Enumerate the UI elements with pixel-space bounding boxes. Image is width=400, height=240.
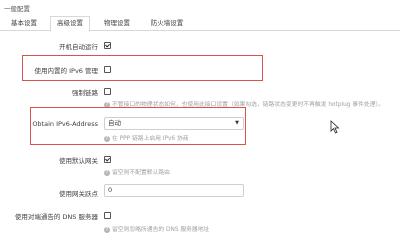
- autostart-label: 开机自动运行: [59, 43, 98, 51]
- tab-firewall-settings[interactable]: 防火墙设置: [144, 17, 190, 29]
- default-gateway-help-text: 留空则不配置默认路由: [112, 170, 170, 176]
- builtin-ipv6-label: 使用内置的 IPv6 管理: [34, 67, 98, 75]
- tab-bar: 基本设置 高级设置 物理设置 防火墙设置: [0, 15, 400, 32]
- autostart-checkbox[interactable]: [104, 42, 111, 49]
- force-link-label: 强制链路: [72, 89, 98, 97]
- question-circle-icon: ?: [104, 169, 110, 176]
- obtain-ipv6-select[interactable]: 自动 ▼: [104, 117, 244, 130]
- section-title: 一般配置: [4, 5, 30, 13]
- force-link-checkbox[interactable]: [104, 88, 111, 95]
- peer-dns-help: ? 留空则忽略所通告的 DNS 服务器地址: [104, 224, 209, 233]
- question-circle-icon: ?: [104, 226, 110, 233]
- gateway-metric-label: 使用网关跃点: [59, 190, 98, 198]
- peer-dns-help-text: 留空则忽略所通告的 DNS 服务器地址: [112, 227, 210, 233]
- peer-dns-label: 使用对端通告的 DNS 服务器: [14, 213, 98, 221]
- obtain-ipv6-selected-value: 自动: [108, 119, 121, 127]
- gateway-metric-input[interactable]: 0: [104, 184, 244, 197]
- obtain-ipv6-label: Obtain IPv6-Address: [32, 120, 98, 128]
- default-gateway-checkbox[interactable]: [104, 156, 111, 163]
- tab-basic-settings[interactable]: 基本设置: [6, 17, 42, 29]
- default-gateway-label: 使用默认网关: [59, 157, 98, 165]
- obtain-ipv6-help-text: 在 PPP 链路上启用 IPv6 协商: [112, 136, 189, 142]
- builtin-ipv6-checkbox[interactable]: [104, 66, 111, 73]
- default-gateway-help: ? 留空则不配置默认路由: [104, 167, 170, 176]
- peer-dns-checkbox[interactable]: [104, 212, 111, 219]
- caret-down-icon: ▼: [235, 120, 239, 126]
- obtain-ipv6-help: ? 在 PPP 链路上启用 IPv6 协商: [104, 133, 189, 142]
- tab-physical-settings[interactable]: 物理设置: [98, 17, 136, 29]
- mouse-cursor-icon: [330, 120, 340, 134]
- tab-advanced-settings[interactable]: 高级设置: [50, 16, 90, 32]
- question-circle-icon: ?: [104, 135, 110, 142]
